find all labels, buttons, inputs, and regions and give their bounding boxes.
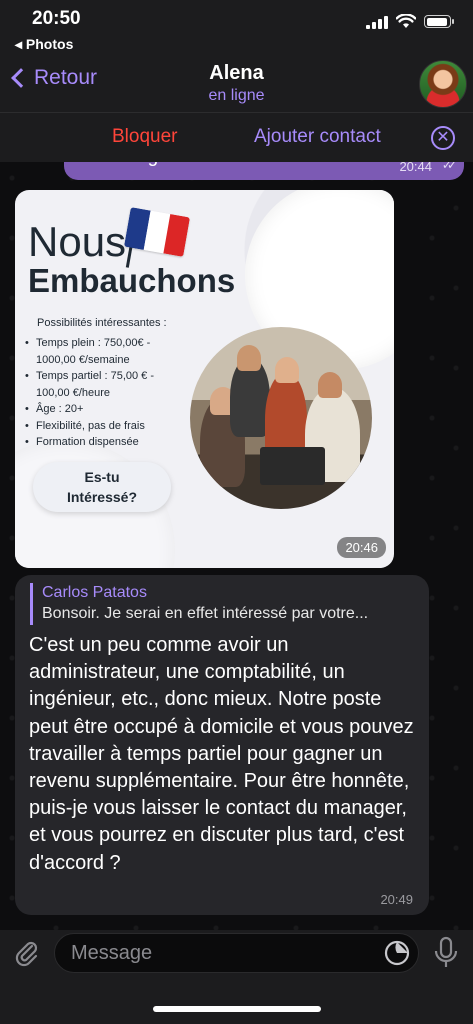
avatar[interactable]	[419, 60, 467, 108]
message-time: 20:46	[337, 537, 386, 558]
list-item: Formation dispensée	[23, 434, 188, 451]
cellular-signal-icon	[366, 15, 388, 29]
quote-author: Carlos Patatos	[42, 584, 147, 601]
contact-status: en ligne	[208, 87, 265, 104]
list-item: Âge : 20+	[23, 401, 188, 418]
reply-quote[interactable]: Carlos Patatos Bonsoir. Je serai en effe…	[30, 583, 420, 625]
wifi-icon	[396, 14, 416, 28]
message-input[interactable]	[54, 933, 419, 973]
block-button[interactable]: Bloquer	[112, 126, 178, 148]
possibilities-list: Temps plein : 750,00€ - 1000,00 €/semain…	[23, 335, 188, 451]
list-item: Temps partiel : 75,00 € - 100,00 €/heure	[23, 368, 188, 401]
list-item: Temps plein : 750,00€ - 1000,00 €/semain…	[23, 335, 188, 368]
action-bar-overlay: Bloquer Ajouter contact ✕	[0, 112, 473, 162]
status-time: 20:50	[32, 8, 81, 29]
cta-pill: Es-tu Intéressé?	[33, 462, 171, 512]
home-indicator[interactable]	[153, 1006, 321, 1012]
cta-line1: Es-tu	[84, 469, 120, 485]
image-message[interactable]: Nous Embauchons Possibilités intéressant…	[15, 190, 394, 568]
battery-icon	[424, 15, 454, 28]
incoming-message-bubble[interactable]: Carlos Patatos Bonsoir. Je serai en effe…	[15, 575, 429, 915]
battery-fill	[426, 17, 448, 26]
cta-line2: Intéressé?	[66, 489, 138, 505]
poster-title-line2: Embauchons	[28, 262, 236, 299]
message-time: 20:49	[380, 892, 413, 907]
quote-text: Bonsoir. Je serai en effet intéressé par…	[42, 605, 369, 622]
input-bar	[0, 930, 473, 1024]
status-back-link[interactable]: ◂ Photos	[15, 36, 73, 53]
status-icons	[366, 14, 454, 29]
french-flag-icon	[123, 207, 191, 257]
possibilities-title: Possibilités intéressantes :	[37, 317, 167, 329]
team-photo	[190, 327, 372, 509]
contact-name[interactable]: Alena	[0, 62, 473, 85]
close-icon[interactable]: ✕	[431, 126, 455, 150]
poster-title-line1: Nous	[28, 218, 127, 265]
sticker-icon[interactable]	[384, 940, 410, 966]
status-bar: 20:50 ◂ Photos	[0, 0, 473, 56]
microphone-icon[interactable]	[433, 936, 459, 970]
list-item: Flexibilité, pas de frais	[23, 418, 188, 435]
add-contact-button[interactable]: Ajouter contact	[254, 126, 381, 148]
chat-header: Retour Alena en ligne	[0, 56, 473, 112]
message-text: C'est un peu comme avoir un administrate…	[29, 634, 414, 874]
paperclip-icon[interactable]	[12, 938, 42, 968]
